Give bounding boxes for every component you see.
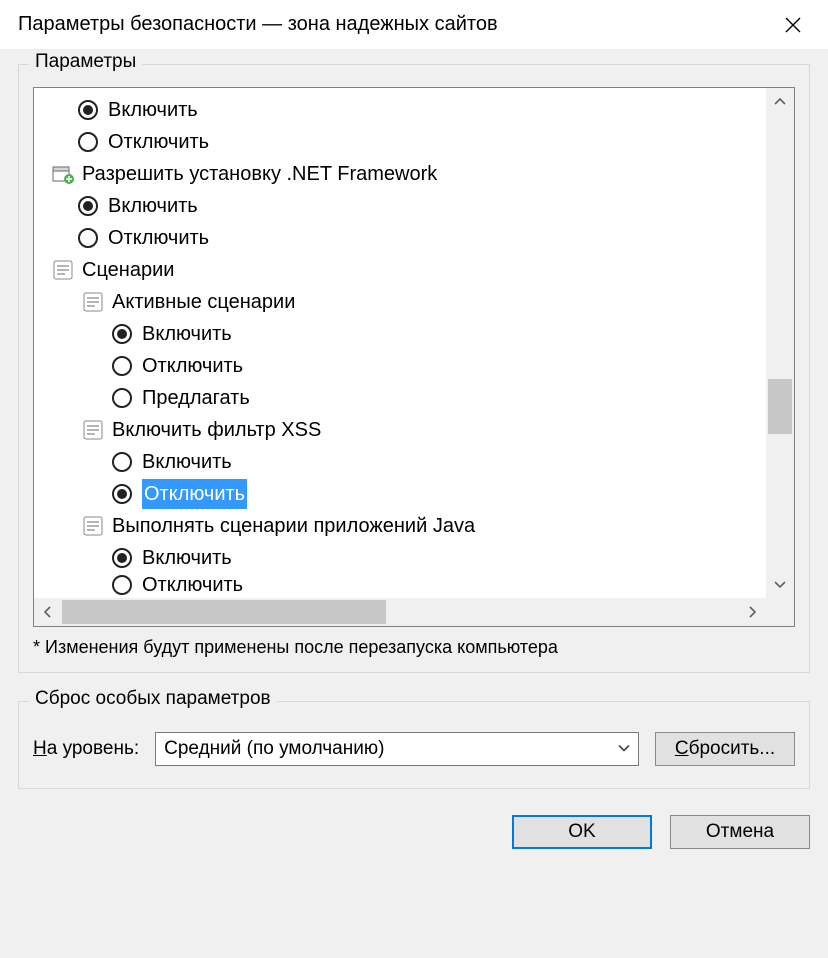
radio-icon [112, 324, 132, 344]
cancel-button[interactable]: Отмена [670, 815, 810, 849]
chevron-right-icon [746, 606, 758, 618]
horizontal-scrollbar[interactable] [34, 598, 766, 626]
radio-option[interactable]: Отключить [78, 222, 762, 254]
radio-option[interactable]: Включить [78, 94, 762, 126]
vertical-scroll-track[interactable] [766, 116, 794, 570]
radio-label: Отключить [108, 127, 209, 157]
radio-option[interactable]: Включить [112, 318, 762, 350]
settings-tree: Включить Отключить Разрешить установку .… [34, 88, 766, 596]
horizontal-scroll-track[interactable] [62, 598, 738, 626]
horizontal-scroll-thumb[interactable] [62, 600, 386, 624]
radio-icon [112, 575, 132, 595]
scroll-up-button[interactable] [766, 88, 794, 116]
radio-option[interactable]: Отключить [112, 478, 762, 510]
radio-label: Отключить [108, 223, 209, 253]
category-net-framework: Разрешить установку .NET Framework [52, 158, 762, 190]
category-label: Включить фильтр XSS [112, 415, 321, 445]
category-label: Сценарии [82, 255, 174, 285]
scroll-corner [766, 598, 794, 626]
vertical-scroll-thumb[interactable] [768, 379, 792, 433]
dialog-buttons: OK Отмена [18, 815, 810, 849]
radio-label-highlighted: Отключить [142, 479, 247, 509]
radio-label: Включить [108, 191, 198, 221]
radio-label: Включить [142, 447, 232, 477]
script-icon [82, 515, 104, 537]
radio-option[interactable]: Отключить [112, 350, 762, 382]
chevron-down-icon [618, 741, 630, 757]
reset-group-title: Сброс особых параметров [29, 688, 277, 710]
title-bar: Параметры безопасности — зона надежных с… [0, 0, 828, 50]
reset-level-label: На уровень: [33, 738, 139, 760]
radio-label: Предлагать [142, 383, 250, 413]
radio-label: Отключить [142, 351, 243, 381]
vertical-scrollbar[interactable] [766, 88, 794, 598]
script-icon [82, 419, 104, 441]
window-title: Параметры безопасности — зона надежных с… [18, 13, 770, 36]
radio-icon [78, 100, 98, 120]
radio-label: Включить [142, 319, 232, 349]
radio-label: Включить [108, 95, 198, 125]
reset-button[interactable]: Сбросить... [655, 732, 795, 766]
radio-icon [112, 388, 132, 408]
chevron-up-icon [774, 96, 786, 108]
restart-note: * Изменения будут применены после переза… [33, 637, 795, 658]
radio-icon [112, 452, 132, 472]
settings-tree-container: Включить Отключить Разрешить установку .… [33, 87, 795, 627]
combo-value: Средний (по умолчанию) [164, 738, 384, 760]
chevron-down-icon [774, 578, 786, 590]
category-label: Разрешить установку .NET Framework [82, 159, 437, 189]
radio-option[interactable]: Включить [78, 190, 762, 222]
reset-level-combo[interactable]: Средний (по умолчанию) [155, 732, 639, 766]
radio-label: Отключить [142, 574, 243, 596]
radio-icon [112, 356, 132, 376]
radio-option[interactable]: Включить [112, 542, 762, 574]
radio-label: Включить [142, 543, 232, 573]
script-icon [82, 291, 104, 313]
scroll-down-button[interactable] [766, 570, 794, 598]
radio-option[interactable]: Предлагать [112, 382, 762, 414]
settings-group: Параметры Включить Отключить [18, 64, 810, 673]
close-icon [785, 17, 801, 33]
scroll-left-button[interactable] [34, 598, 62, 626]
close-button[interactable] [770, 2, 816, 48]
reset-group: Сброс особых параметров На уровень: Сред… [18, 701, 810, 789]
category-active-scripts: Активные сценарии [82, 286, 762, 318]
package-icon [52, 163, 74, 185]
radio-icon [112, 484, 132, 504]
radio-icon [78, 132, 98, 152]
category-label: Выполнять сценарии приложений Java [112, 511, 475, 541]
category-label: Активные сценарии [112, 287, 295, 317]
chevron-left-icon [42, 606, 54, 618]
settings-tree-viewport[interactable]: Включить Отключить Разрешить установку .… [34, 88, 766, 598]
settings-group-title: Параметры [29, 51, 142, 73]
script-icon [52, 259, 74, 281]
ok-button[interactable]: OK [512, 815, 652, 849]
category-scripts: Сценарии [52, 254, 762, 286]
category-java-scripts: Выполнять сценарии приложений Java [82, 510, 762, 542]
radio-icon [112, 548, 132, 568]
radio-icon [78, 196, 98, 216]
scroll-right-button[interactable] [738, 598, 766, 626]
radio-option[interactable]: Отключить [112, 574, 762, 596]
category-xss-filter: Включить фильтр XSS [82, 414, 762, 446]
radio-option[interactable]: Включить [112, 446, 762, 478]
dialog-body: Параметры Включить Отключить [0, 50, 828, 958]
radio-option[interactable]: Отключить [78, 126, 762, 158]
radio-icon [78, 228, 98, 248]
